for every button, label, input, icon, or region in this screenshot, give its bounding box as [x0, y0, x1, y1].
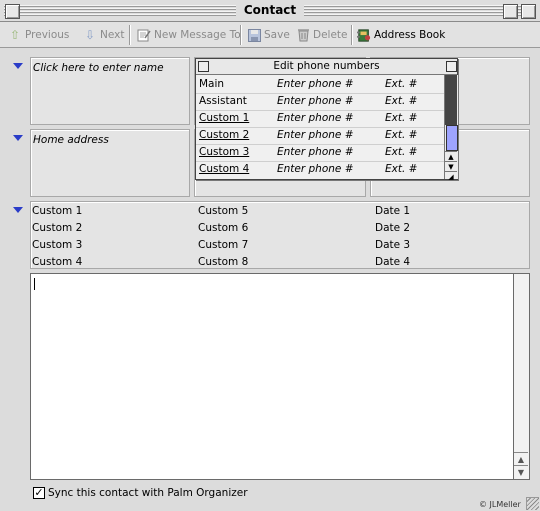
ext-input[interactable]: Ext. # [385, 95, 417, 107]
address-placeholder: Home address [33, 134, 109, 146]
ext-input[interactable]: Ext. # [385, 78, 417, 90]
title-bar[interactable]: Contact [0, 0, 540, 22]
date-field-1[interactable]: Date 1 [375, 205, 410, 217]
date-field-4[interactable]: Date 4 [375, 256, 410, 268]
phone-row[interactable]: Assistant Enter phone # Ext. # [196, 93, 444, 111]
custom-field-4[interactable]: Custom 4 [32, 256, 82, 268]
floppy-disk-icon [247, 28, 261, 42]
notes-scrollbar[interactable]: ▲ ▼ [513, 274, 529, 479]
phone-row[interactable]: Custom 4 Enter phone # Ext. # [196, 161, 444, 178]
arrow-down-icon: ⇩ [84, 28, 96, 42]
address-book-button[interactable]: Address Book [357, 25, 445, 45]
phone-row[interactable]: Custom 3 Enter phone # Ext. # [196, 144, 444, 162]
phone-input[interactable]: Enter phone # [277, 112, 354, 124]
phone-popup-scrollbar[interactable]: ▲ ▼ ◢ [444, 75, 458, 181]
popup-zoom-box-icon[interactable] [446, 61, 457, 72]
phone-label-custom-1[interactable]: Custom 1 [199, 112, 249, 124]
delete-button[interactable]: Delete [296, 25, 348, 45]
phone-input[interactable]: Enter phone # [277, 129, 354, 141]
custom-field-8[interactable]: Custom 8 [198, 256, 248, 268]
phone-input[interactable]: Enter phone # [277, 146, 354, 158]
name-disclosure-triangle-icon[interactable] [13, 63, 23, 69]
name-field[interactable]: Click here to enter name [30, 57, 190, 125]
phone-label-custom-4[interactable]: Custom 4 [199, 163, 249, 175]
ext-input[interactable]: Ext. # [385, 112, 417, 124]
previous-button[interactable]: ⇧ Previous [8, 25, 69, 45]
phone-row[interactable]: Custom 1 Enter phone # Ext. # [196, 110, 444, 128]
date-field-2[interactable]: Date 2 [375, 222, 410, 234]
custom-field-1[interactable]: Custom 1 [32, 205, 82, 217]
ext-input[interactable]: Ext. # [385, 163, 417, 175]
custom-field-2[interactable]: Custom 2 [32, 222, 82, 234]
toolbar: ⇧ Previous ⇩ Next New Message To Save De… [0, 22, 540, 48]
scroll-down-arrow-icon[interactable]: ▼ [514, 465, 528, 479]
custom-fields-panel: Custom 1 Custom 2 Custom 3 Custom 4 Cust… [30, 201, 530, 269]
custom-field-6[interactable]: Custom 6 [198, 222, 248, 234]
credit-text: © JLMeller [479, 500, 521, 509]
custom-field-7[interactable]: Custom 7 [198, 239, 248, 251]
next-button[interactable]: ⇩ Next [83, 25, 125, 45]
window-title: Contact [235, 3, 305, 17]
popup-close-box-icon[interactable] [198, 61, 209, 72]
phone-label-main: Main [199, 78, 225, 90]
scroll-track[interactable] [445, 75, 457, 125]
phone-numbers-popup[interactable]: Edit phone numbers Main Enter phone # Ex… [195, 58, 458, 181]
ext-input[interactable]: Ext. # [385, 146, 417, 158]
window-resize-handle-icon[interactable] [526, 497, 539, 510]
new-message-icon [137, 28, 151, 42]
custom-disclosure-triangle-icon[interactable] [13, 207, 23, 213]
text-caret [34, 278, 35, 290]
home-address-field[interactable]: Home address [30, 129, 190, 197]
address-book-icon [357, 28, 371, 42]
collapse-box-icon[interactable] [521, 4, 536, 19]
scroll-up-arrow-icon[interactable]: ▲ [514, 452, 528, 466]
custom-field-5[interactable]: Custom 5 [198, 205, 248, 217]
zoom-box-icon[interactable] [503, 4, 518, 19]
arrow-up-icon: ⇧ [9, 28, 21, 42]
address-disclosure-triangle-icon[interactable] [13, 135, 23, 141]
custom-field-3[interactable]: Custom 3 [32, 239, 82, 251]
scroll-thumb[interactable] [446, 125, 458, 151]
phone-row[interactable]: Custom 2 Enter phone # Ext. # [196, 127, 444, 145]
phone-popup-title: Edit phone numbers [273, 60, 380, 72]
sync-checkbox[interactable]: ✓ [33, 487, 45, 499]
ext-input[interactable]: Ext. # [385, 129, 417, 141]
phone-popup-title-bar[interactable]: Edit phone numbers [196, 59, 457, 75]
resize-handle-icon[interactable]: ◢ [445, 171, 457, 181]
phone-label-custom-3[interactable]: Custom 3 [199, 146, 249, 158]
phone-input[interactable]: Enter phone # [277, 95, 354, 107]
name-placeholder: Click here to enter name [33, 62, 164, 74]
new-message-button[interactable]: New Message To [137, 25, 241, 45]
phone-row[interactable]: Main Enter phone # Ext. # [196, 76, 444, 94]
save-button[interactable]: Save [247, 25, 290, 45]
phone-label-assistant: Assistant [199, 95, 247, 107]
date-field-3[interactable]: Date 3 [375, 239, 410, 251]
phone-input[interactable]: Enter phone # [277, 78, 354, 90]
phone-input[interactable]: Enter phone # [277, 163, 354, 175]
phone-label-custom-2[interactable]: Custom 2 [199, 129, 249, 141]
notes-textarea[interactable]: ▲ ▼ [30, 273, 530, 480]
trash-can-icon [296, 28, 310, 42]
sync-label[interactable]: Sync this contact with Palm Organizer [48, 487, 248, 499]
